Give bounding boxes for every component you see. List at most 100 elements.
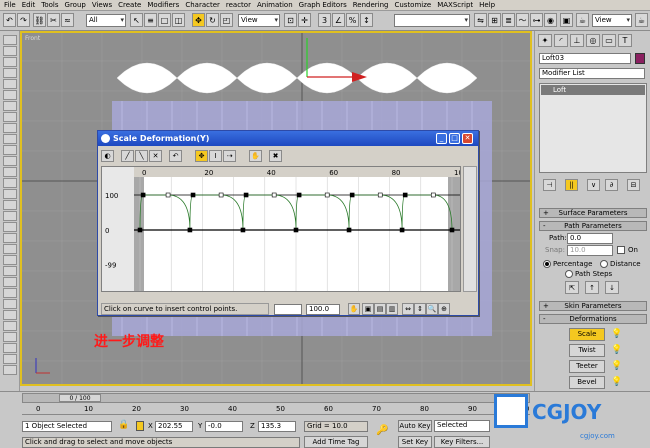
quick-render-icon[interactable]: ☕	[576, 13, 589, 27]
next-shape-icon[interactable]: ↓	[605, 281, 619, 294]
menu-views[interactable]: Views	[92, 1, 112, 9]
show-end-result-icon[interactable]: ||	[565, 179, 578, 191]
path-steps-radio[interactable]	[565, 270, 573, 278]
skin-parameters-rollout[interactable]: + Skin Parameters	[539, 301, 647, 311]
menu-tools[interactable]: Tools	[41, 1, 58, 9]
redo-icon[interactable]: ↷	[17, 13, 30, 27]
close-button[interactable]: ✕	[462, 133, 473, 144]
snaps-toggle-icon[interactable]: 3	[318, 13, 331, 27]
left-tool-icon[interactable]	[3, 255, 17, 265]
control-point[interactable]	[402, 192, 408, 198]
left-tool-icon[interactable]	[3, 244, 17, 254]
motion-tab-icon[interactable]: ◎	[586, 34, 600, 47]
insert-corner-point-icon[interactable]: ⇢	[223, 150, 236, 162]
control-point[interactable]	[324, 192, 330, 198]
left-tool-icon[interactable]	[3, 101, 17, 111]
move-control-point-icon[interactable]: ✥	[195, 150, 208, 162]
remove-modifier-icon[interactable]: ∂	[605, 179, 618, 191]
reference-coord-dropdown[interactable]: View	[238, 14, 280, 27]
deformation-graph[interactable]: 0 20 40 60 80 100 100 0 -99	[101, 166, 461, 292]
left-tool-icon[interactable]	[3, 222, 17, 232]
menu-rendering[interactable]: Rendering	[353, 1, 389, 9]
zoom-horizontal-extents-icon[interactable]: ▤	[374, 303, 386, 315]
add-time-tag-button[interactable]: Add Time Tag	[304, 436, 368, 448]
absolute-mode-icon[interactable]	[136, 421, 144, 431]
bevel-deform-button[interactable]: Bevel	[569, 376, 605, 389]
display-tab-icon[interactable]: ▭	[602, 34, 616, 47]
zoom-region-icon[interactable]: ⊕	[438, 303, 450, 315]
left-tool-icon[interactable]	[3, 233, 17, 243]
previous-shape-icon[interactable]: ↑	[585, 281, 599, 294]
selected-dropdown[interactable]: Selected	[434, 420, 490, 432]
control-point[interactable]	[271, 192, 277, 198]
move-icon[interactable]: ✥	[192, 13, 205, 27]
pin-stack-icon[interactable]: ⊣	[543, 179, 556, 191]
swap-curves-icon[interactable]: ↶	[169, 150, 182, 162]
quick-render-teapot-icon[interactable]: ☕	[635, 13, 648, 27]
align-icon[interactable]: ⊞	[488, 13, 501, 27]
menu-modifiers[interactable]: Modifiers	[147, 1, 179, 9]
menu-animation[interactable]: Animation	[257, 1, 293, 9]
teeter-bulb-icon[interactable]: 💡	[611, 361, 622, 371]
set-key-button[interactable]: Set Key	[398, 436, 432, 448]
left-tool-icon[interactable]	[3, 68, 17, 78]
left-tool-icon[interactable]	[3, 79, 17, 89]
display-x-axis-icon[interactable]: ╱	[121, 150, 134, 162]
display-y-axis-icon[interactable]: ╲	[135, 150, 148, 162]
make-symmetrical-icon[interactable]: ◐	[101, 150, 114, 162]
scale-control-point-icon[interactable]: I	[209, 150, 222, 162]
auto-key-button[interactable]: Auto Key	[398, 420, 432, 432]
left-tool-icon[interactable]	[3, 354, 17, 364]
configure-sets-icon[interactable]: ⊟	[627, 179, 640, 191]
control-point[interactable]	[165, 192, 171, 198]
reset-curve-icon[interactable]: ✖	[269, 150, 282, 162]
render-type-dropdown[interactable]: View	[592, 14, 632, 27]
maximize-button[interactable]: □	[449, 133, 460, 144]
undo-icon[interactable]: ↶	[3, 13, 16, 27]
mirror-icon[interactable]: ⇋	[474, 13, 487, 27]
zoom-horizontal-icon[interactable]: ⇔	[402, 303, 414, 315]
snap-value-field[interactable]: 10.0	[567, 245, 613, 256]
pick-shape-icon[interactable]: ⇱	[565, 281, 579, 294]
bind-icon[interactable]: ≈	[61, 13, 74, 27]
teeter-deform-button[interactable]: Teeter	[569, 360, 605, 373]
distance-radio[interactable]	[600, 260, 608, 268]
menu-create[interactable]: Create	[118, 1, 141, 9]
select-manipulate-icon[interactable]: ✛	[298, 13, 311, 27]
left-tool-icon[interactable]	[3, 35, 17, 45]
menu-edit[interactable]: Edit	[22, 1, 36, 9]
twist-deform-button[interactable]: Twist	[569, 344, 605, 357]
time-slider[interactable]: 0 / 100	[59, 394, 101, 402]
zoom-extents-icon[interactable]: ▣	[362, 303, 374, 315]
select-by-name-icon[interactable]: ≡	[144, 13, 157, 27]
spinner-snap-icon[interactable]: ↕	[360, 13, 373, 27]
left-tool-icon[interactable]	[3, 189, 17, 199]
path-parameters-rollout[interactable]: - Path Parameters	[539, 221, 647, 231]
selection-filter-dropdown[interactable]: All	[86, 14, 126, 27]
modify-tab-icon[interactable]: ◜	[554, 34, 568, 47]
left-tool-icon[interactable]	[3, 178, 17, 188]
control-point[interactable]	[140, 192, 146, 198]
curve-editor-icon[interactable]: 〜	[516, 13, 529, 27]
left-tool-icon[interactable]	[3, 288, 17, 298]
left-tool-icon[interactable]	[3, 365, 17, 375]
pan-icon[interactable]: ✋	[348, 303, 360, 315]
snap-on-checkbox[interactable]	[617, 246, 625, 254]
z-coordinate-field[interactable]: 135.3	[258, 421, 296, 432]
key-filters-button[interactable]: Key Filters...	[434, 436, 490, 448]
time-slider-track[interactable]: 0 / 100	[22, 393, 530, 403]
left-tool-icon[interactable]	[3, 310, 17, 320]
window-crossing-icon[interactable]: ◫	[172, 13, 185, 27]
layer-manager-icon[interactable]: ≣	[502, 13, 515, 27]
control-point[interactable]	[243, 192, 249, 198]
schematic-view-icon[interactable]: ⊶	[530, 13, 543, 27]
left-tool-icon[interactable]	[3, 343, 17, 353]
create-tab-icon[interactable]: ✦	[538, 34, 552, 47]
control-point[interactable]	[296, 192, 302, 198]
scale-icon[interactable]: ◰	[220, 13, 233, 27]
x-coordinate-field[interactable]: 202.55	[155, 421, 193, 432]
left-tool-icon[interactable]	[3, 112, 17, 122]
render-scene-icon[interactable]: ▣	[560, 13, 573, 27]
control-point[interactable]	[449, 227, 455, 233]
surface-parameters-rollout[interactable]: + Surface Parameters	[539, 208, 647, 218]
